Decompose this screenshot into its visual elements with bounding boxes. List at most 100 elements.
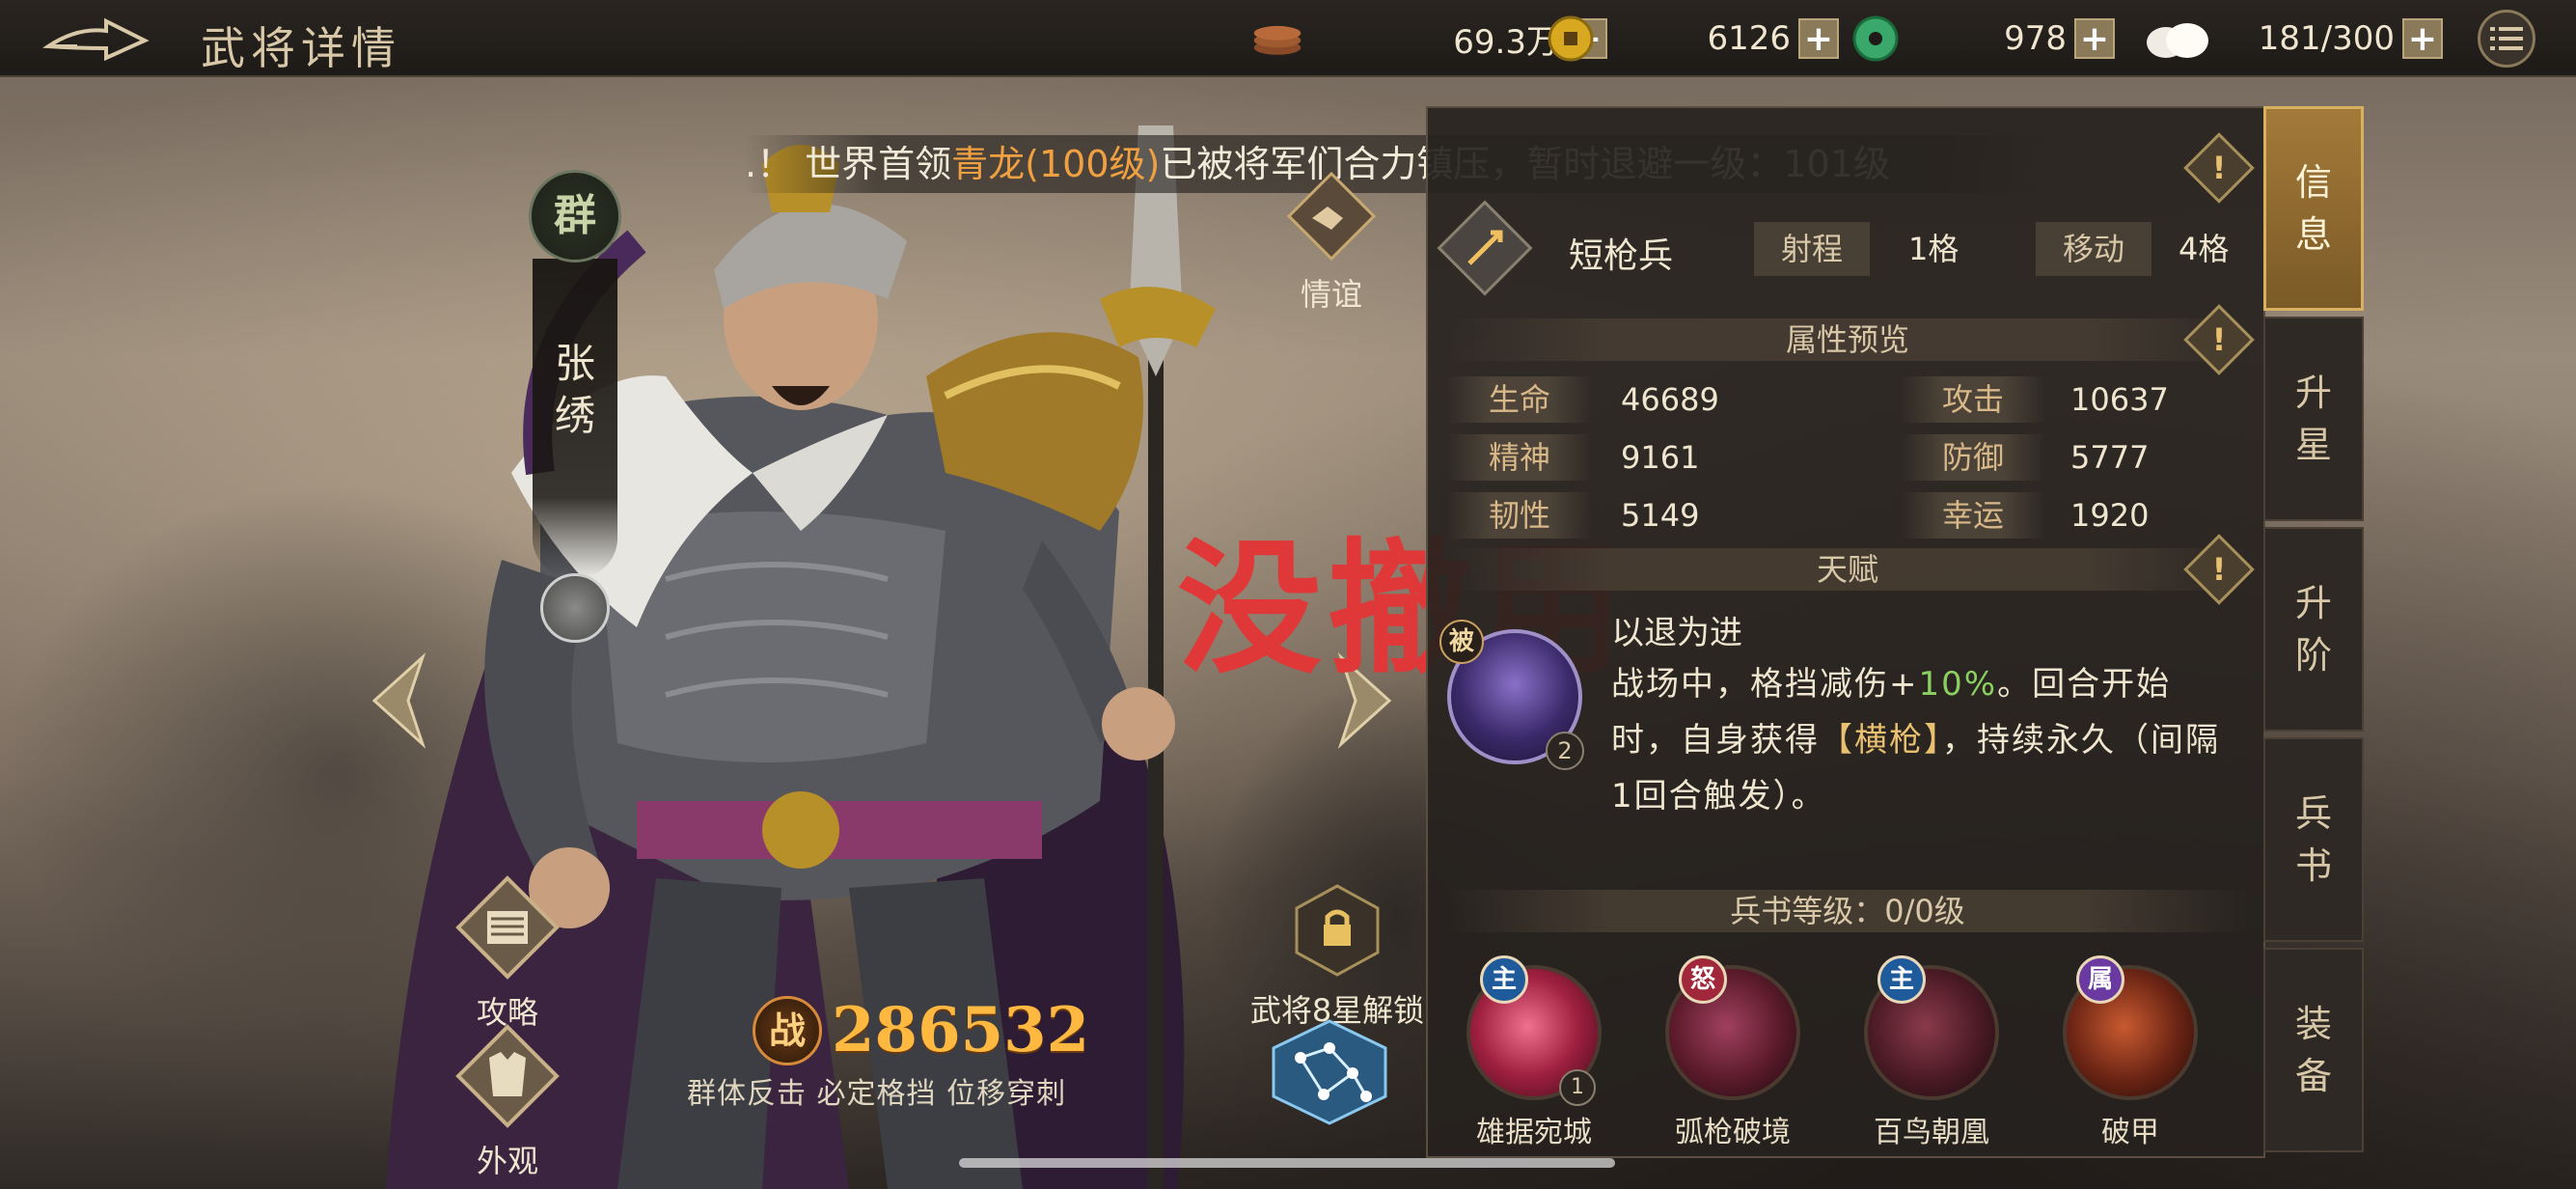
hero-name: 张绣: [554, 340, 595, 439]
tab-star-up[interactable]: 升星: [2263, 317, 2364, 521]
hero-traits: 群体反击 必定格挡 位移穿刺: [687, 1077, 1067, 1111]
menu-list-icon: [2490, 27, 2523, 50]
skillbook-header: 兵书等级：0/0级: [1447, 890, 2248, 932]
copper-value: 69.3万: [1453, 22, 1559, 62]
talent-description: 战场中，格挡减伤+10%。回合开始时，自身获得【横枪】，持续永久（间隔1回合触发…: [1611, 656, 2238, 824]
top-bar: 武将详情 69.3万 + 6126 + 978 + 181/300 +: [0, 0, 2576, 77]
stat-label-spirit: 精神: [1447, 434, 1592, 481]
hero-info-panel: ! 短枪兵 射程 1格 移动 4格 属性预览 ! 生命 46689 攻击 106…: [1426, 106, 2265, 1158]
side-tabs: 信息 升星 升阶 兵书 装备: [2263, 106, 2364, 1158]
skill-type-badge: 属: [2076, 955, 2124, 1004]
skill-name: 雄据宛城: [1476, 1116, 1592, 1149]
star-unlock-button[interactable]: 武将8星解锁: [1241, 882, 1434, 1031]
add-stamina-button[interactable]: +: [2402, 18, 2443, 59]
back-arrow-icon: [41, 17, 150, 62]
stat-label-atk: 攻击: [1901, 376, 2045, 423]
tab-rank-up[interactable]: 升阶: [2263, 527, 2364, 732]
range-label: 射程: [1754, 222, 1871, 276]
tip-icon: !: [2211, 551, 2227, 588]
talent-name: 以退为进: [1611, 614, 1742, 652]
combat-power: 战 286532: [753, 994, 1089, 1066]
skill-name: 弧枪破境: [1675, 1116, 1791, 1149]
stat-label-def: 防御: [1901, 434, 2045, 481]
power-value: 286532: [832, 994, 1090, 1066]
gold-coin-icon: [1544, 14, 1598, 63]
tab-label: 升阶: [2294, 582, 2332, 677]
talent-desc-percent: 10%: [1918, 665, 1998, 704]
talent-desc-part: 战场中，格挡减伤+: [1611, 665, 1919, 704]
notice-tip-button[interactable]: !: [2183, 132, 2255, 204]
talent-tip-button[interactable]: !: [2183, 534, 2255, 605]
stat-label-hp: 生命: [1447, 376, 1592, 423]
guide-button[interactable]: 攻略: [450, 874, 565, 1033]
armor-icon: [455, 1024, 560, 1128]
banner-token-icon[interactable]: [540, 573, 610, 643]
move-value: 4格: [2179, 231, 2230, 267]
stat-value-def: 5777: [2070, 439, 2150, 476]
home-indicator[interactable]: [959, 1158, 1615, 1168]
handshake-icon: [1286, 171, 1377, 262]
tab-label: 装备: [2294, 1003, 2332, 1097]
skill-name: 百鸟朝凰: [1874, 1116, 1989, 1149]
stat-value-spirit: 9161: [1621, 439, 1700, 476]
notice-highlight: 青龙(100级): [951, 143, 1161, 185]
passive-badge: 被: [1439, 620, 1484, 664]
tip-icon: !: [2211, 321, 2227, 358]
stamina-value: 181/300: [2258, 19, 2395, 58]
skill-type-badge: 主: [1480, 955, 1528, 1004]
unit-type: 短枪兵: [1569, 236, 1674, 276]
stat-label-tenacity: 韧性: [1447, 492, 1592, 539]
resource-gold: 6126 +: [1544, 14, 1839, 64]
friendship-label: 情谊: [1300, 276, 1362, 313]
resource-stamina: 181/300 +: [2142, 14, 2443, 64]
skill-slot[interactable]: 主 1 雄据宛城: [1447, 955, 1621, 1150]
tab-equipment[interactable]: 装备: [2263, 948, 2364, 1152]
tab-label: 兵书: [2294, 792, 2332, 887]
lock-icon: [1295, 884, 1380, 977]
constellation-button[interactable]: [1270, 1019, 1389, 1125]
page-title: 武将详情: [201, 22, 401, 74]
stat-label-luck: 幸运: [1901, 492, 2045, 539]
skill-level: 1: [1559, 1069, 1596, 1106]
prev-hero-arrow-icon[interactable]: [365, 652, 432, 749]
tab-skillbook[interactable]: 兵书: [2263, 737, 2364, 942]
add-gold-button[interactable]: +: [1798, 18, 1839, 59]
power-label: 战: [753, 995, 822, 1065]
jade-disc-icon: [1849, 14, 1903, 63]
appearance-label: 外观: [476, 1143, 538, 1179]
talent-desc-buff: 【横枪】: [1820, 721, 1942, 760]
skill-slot[interactable]: 怒 弧枪破境: [1646, 955, 1820, 1150]
copper-coins-icon: [1250, 14, 1304, 63]
stat-value-atk: 10637: [2070, 381, 2169, 418]
attributes-tip-button[interactable]: !: [2183, 304, 2255, 375]
add-jade-button[interactable]: +: [2074, 18, 2115, 59]
appearance-button[interactable]: 外观: [450, 1023, 565, 1181]
menu-button[interactable]: [2478, 10, 2535, 68]
tip-icon: !: [2211, 150, 2227, 186]
unit-info-row: 短枪兵 射程 1格 移动 4格: [1428, 222, 2267, 276]
stat-value-luck: 1920: [2070, 497, 2150, 534]
stat-value-tenacity: 5149: [1621, 497, 1700, 534]
range-value: 1格: [1908, 231, 1959, 267]
tab-info[interactable]: 信息: [2263, 106, 2364, 311]
talent-header: 天赋: [1447, 548, 2248, 591]
skill-type-badge: 怒: [1679, 955, 1727, 1004]
gold-value: 6126: [1707, 19, 1791, 58]
faction-badge: 群: [529, 170, 621, 263]
steamed-bun-icon: [2142, 14, 2211, 63]
skill-slot[interactable]: 属 破甲: [2043, 955, 2217, 1150]
tab-label: 升星: [2294, 372, 2332, 466]
scroll-icon: [455, 875, 560, 980]
back-button[interactable]: [39, 17, 154, 62]
skill-slot[interactable]: 主 百鸟朝凰: [1845, 955, 2018, 1150]
attributes-header: 属性预览: [1447, 318, 2248, 361]
move-label: 移动: [2036, 222, 2152, 276]
notice-prefix: .！ 世界首领: [745, 143, 952, 185]
friendship-button[interactable]: 情谊: [1274, 170, 1389, 315]
skill-type-badge: 主: [1877, 955, 1926, 1004]
resource-jade: 978 +: [1849, 14, 2115, 64]
skill-name: 破甲: [2101, 1116, 2159, 1149]
jade-value: 978: [2004, 19, 2067, 58]
stat-value-hp: 46689: [1621, 381, 1719, 418]
talent-level: 2: [1546, 732, 1584, 770]
